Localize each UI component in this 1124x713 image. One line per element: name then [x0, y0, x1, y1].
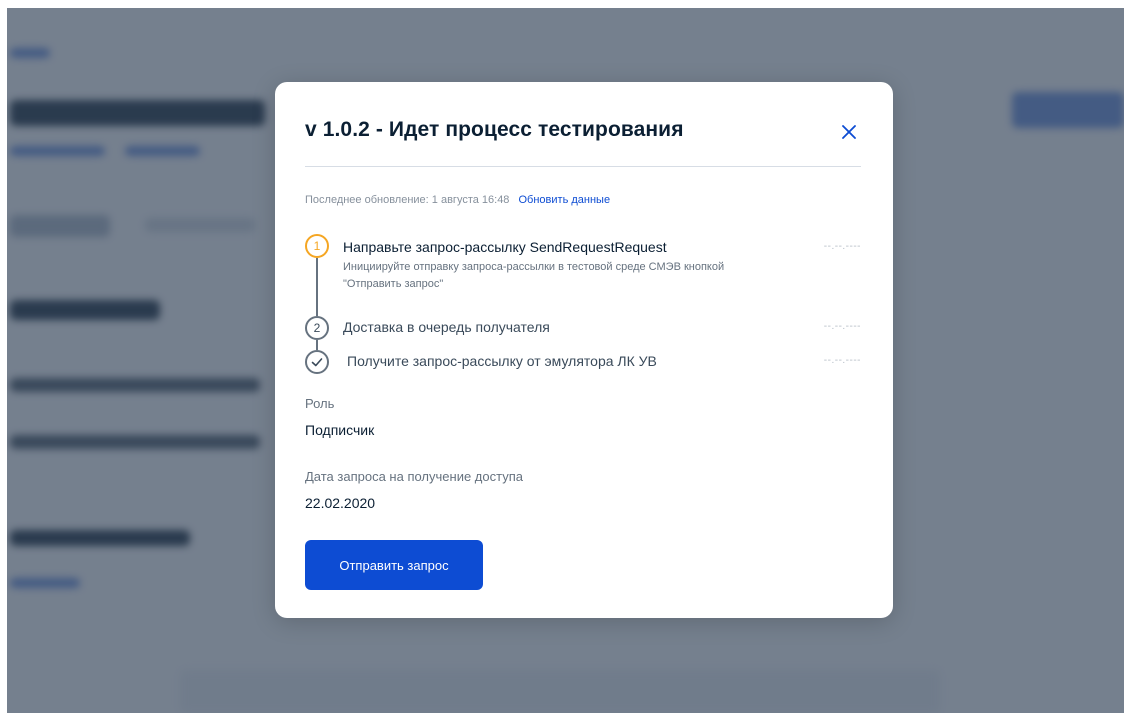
close-icon — [842, 125, 856, 139]
step-connector-line — [316, 258, 318, 316]
step-3-title: Получите запрос-рассылку от эмулятора ЛК… — [347, 353, 657, 369]
title-divider — [305, 166, 861, 167]
step-1-title: Направьте запрос-рассылку SendRequestReq… — [343, 239, 667, 255]
access-request-date-label: Дата запроса на получение доступа — [305, 469, 523, 484]
step-2-number-icon: 2 — [305, 316, 329, 340]
testing-status-modal: v 1.0.2 - Идет процесс тестирования Посл… — [275, 82, 893, 618]
close-button[interactable] — [836, 119, 862, 145]
step-1-description: Инициируйте отправку запроса-рассылки в … — [343, 261, 725, 290]
screenshot-frame-left — [0, 0, 7, 713]
step-1-number-icon: 1 — [305, 234, 329, 258]
step-3-check-icon — [305, 350, 329, 374]
check-icon — [311, 358, 323, 367]
step-3-date: --.--.---- — [823, 355, 861, 366]
role-value: Подписчик — [305, 422, 375, 438]
refresh-data-link[interactable]: Обновить данные — [519, 194, 611, 206]
last-update-text: Последнее обновление: 1 августа 16:48 — [305, 194, 510, 206]
access-request-date-value: 22.02.2020 — [305, 495, 376, 511]
step-2-title: Доставка в очередь получателя — [343, 319, 550, 335]
role-label: Роль — [305, 396, 335, 411]
step-1-date: --.--.---- — [823, 241, 861, 252]
modal-title: v 1.0.2 - Идет процесс тестирования — [305, 118, 684, 141]
progress-steps: 1 Направьте запрос-рассылку SendRequestR… — [305, 234, 861, 374]
last-update-row: Последнее обновление: 1 августа 16:48 Об… — [305, 194, 610, 206]
step-2-date: --.--.---- — [823, 321, 861, 332]
step-connector-line — [316, 340, 318, 350]
screenshot-frame-top — [0, 0, 1124, 8]
send-request-button[interactable]: Отправить запрос — [305, 540, 483, 590]
